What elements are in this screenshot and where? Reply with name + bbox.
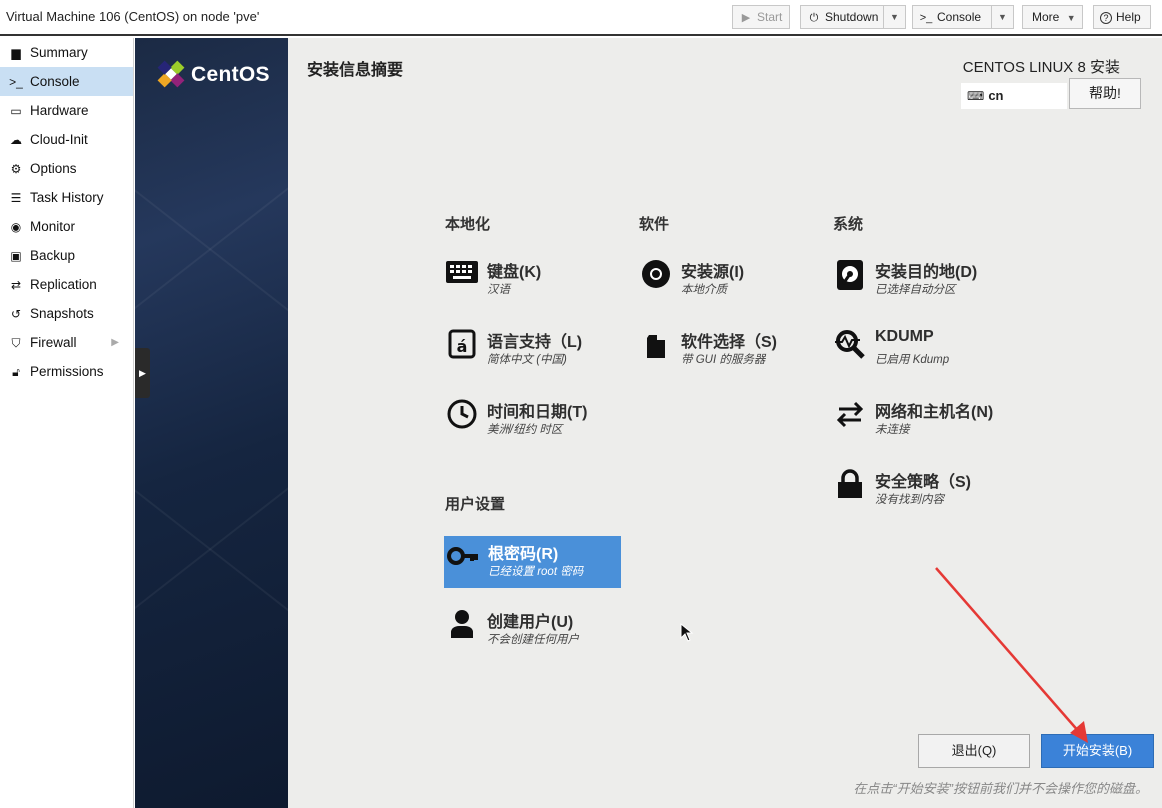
- section-system: 系统: [833, 216, 864, 233]
- eye-icon: ◉: [10, 220, 22, 234]
- network-arrows-icon: [833, 398, 867, 432]
- installer-sidebar-panel: CentOS ▶: [135, 38, 288, 808]
- retweet-icon: ⇄: [10, 278, 22, 292]
- disk-warning-text: 在点击“开始安装”按钮前我们并不会操作您的磁盘。: [853, 781, 1148, 796]
- centos-logo-icon: [157, 60, 185, 88]
- spoke-installation-destination[interactable]: 安装目的地(D) 已选择自动分区: [831, 254, 1021, 306]
- installer-help-button[interactable]: 帮助!: [1069, 78, 1141, 109]
- sidebar-item-console[interactable]: >_ Console: [0, 67, 133, 96]
- more-button[interactable]: More ▼: [1022, 5, 1083, 29]
- package-icon: [639, 328, 673, 362]
- sidebar-item-hardware[interactable]: ▭ Hardware: [0, 96, 133, 125]
- spoke-root-password[interactable]: 根密码(R) 已经设置 root 密码: [444, 536, 621, 588]
- lock-icon: [833, 468, 867, 502]
- sidebar-item-summary[interactable]: ▆ Summary: [0, 38, 133, 67]
- sidebar-item-cloud-init[interactable]: ☁ Cloud-Init: [0, 125, 133, 154]
- section-software: 软件: [639, 216, 670, 233]
- page-title: 安装信息摘要: [307, 62, 404, 79]
- keyboard-layout-indicator[interactable]: ⌨ cn: [961, 83, 1067, 109]
- gear-icon: ⚙: [10, 162, 22, 176]
- chevron-down-icon: ▼: [890, 12, 899, 22]
- spoke-kdump[interactable]: KDUMP 已启用 Kdump: [831, 324, 1021, 376]
- spoke-installation-source[interactable]: 安装源(I) 本地介质: [637, 254, 817, 306]
- chevron-right-icon: ▶: [111, 337, 119, 348]
- unlock-icon: 🔓︎: [12, 365, 20, 379]
- book-icon: ▆: [11, 46, 21, 60]
- mouse-cursor-icon: [680, 623, 694, 642]
- help-button[interactable]: ? Help: [1093, 5, 1151, 29]
- collapse-tab[interactable]: ▶: [135, 348, 150, 398]
- shutdown-button[interactable]: ⏻ Shutdown ▼: [800, 5, 906, 29]
- window-title: Virtual Machine 106 (CentOS) on node 'pv…: [6, 9, 260, 24]
- chevron-right-icon: ▶: [139, 368, 146, 378]
- sidebar-item-monitor[interactable]: ◉ Monitor: [0, 212, 133, 241]
- spoke-user-creation[interactable]: 创建用户(U) 不会创建任何用户: [443, 604, 623, 656]
- monitor-icon: ▭: [10, 104, 22, 118]
- shutdown-dropdown[interactable]: ▼: [883, 6, 905, 28]
- sidebar-item-options[interactable]: ⚙ Options: [0, 154, 133, 183]
- spoke-software-selection[interactable]: 软件选择（S) 带 GUI 的服务器: [637, 324, 817, 376]
- history-icon: ↺: [10, 307, 22, 321]
- user-icon: [445, 608, 479, 642]
- language-icon: á: [445, 328, 479, 362]
- hard-drive-icon: [833, 258, 867, 292]
- top-bar: Virtual Machine 106 (CentOS) on node 'pv…: [0, 0, 1162, 36]
- spoke-language-support[interactable]: á 语言支持（L) 简体中文 (中国): [443, 324, 623, 376]
- terminal-icon: >_: [9, 75, 23, 89]
- start-button[interactable]: ▶ Start: [732, 5, 790, 29]
- spoke-keyboard[interactable]: 键盘(K) 汉语: [443, 254, 623, 306]
- floppy-icon: ▣: [10, 249, 22, 263]
- sidebar: ▆ Summary >_ Console ▭ Hardware ☁ Cloud-Init…: [0, 38, 134, 808]
- sidebar-item-firewall[interactable]: ⛉ Firewall ▶: [0, 328, 133, 357]
- play-icon: ▶: [741, 12, 751, 24]
- section-user-settings: 用户设置: [445, 496, 506, 513]
- annotation-arrow-icon: [935, 567, 1088, 743]
- chevron-down-icon: ▼: [998, 12, 1007, 22]
- sidebar-item-backup[interactable]: ▣ Backup: [0, 241, 133, 270]
- question-icon: ?: [1100, 12, 1112, 24]
- sidebar-item-permissions[interactable]: 🔓︎ Permissions: [0, 357, 133, 386]
- power-icon: ⏻: [809, 12, 819, 24]
- spoke-security-policy[interactable]: 安全策略（S) 没有找到内容: [831, 464, 1021, 516]
- cloud-icon: ☁: [10, 133, 22, 147]
- shield-icon: ⛉: [11, 336, 21, 350]
- console-dropdown[interactable]: ▼: [991, 6, 1013, 28]
- vm-console-screen[interactable]: CentOS ▶ 安装信息摘要 CENTOS LINUX 8 安装 ⌨ cn 帮助…: [135, 38, 1162, 808]
- clock-icon: [445, 398, 479, 432]
- magnifier-icon: [833, 328, 867, 362]
- spoke-time-date[interactable]: 时间和日期(T) 美洲/纽约 时区: [443, 394, 623, 446]
- key-icon: [446, 540, 480, 574]
- section-localization: 本地化: [445, 216, 491, 233]
- disc-icon: [639, 258, 673, 292]
- terminal-icon: >_: [919, 12, 933, 24]
- centos-logo: CentOS: [155, 58, 275, 94]
- keyboard-icon: [445, 258, 479, 292]
- keyboard-icon: ⌨: [967, 89, 985, 103]
- spoke-network-hostname[interactable]: 网络和主机名(N) 未连接: [831, 394, 1021, 446]
- chevron-down-icon: ▼: [1066, 13, 1076, 23]
- console-button[interactable]: >_ Console ▼: [912, 5, 1014, 29]
- sidebar-item-replication[interactable]: ⇄ Replication: [0, 270, 133, 299]
- svg-text:á: á: [457, 337, 468, 356]
- product-title: CENTOS LINUX 8 安装: [962, 59, 1120, 76]
- sidebar-item-snapshots[interactable]: ↺ Snapshots: [0, 299, 133, 328]
- sidebar-item-task-history[interactable]: ☰ Task History: [0, 183, 133, 212]
- list-icon: ☰: [10, 191, 22, 205]
